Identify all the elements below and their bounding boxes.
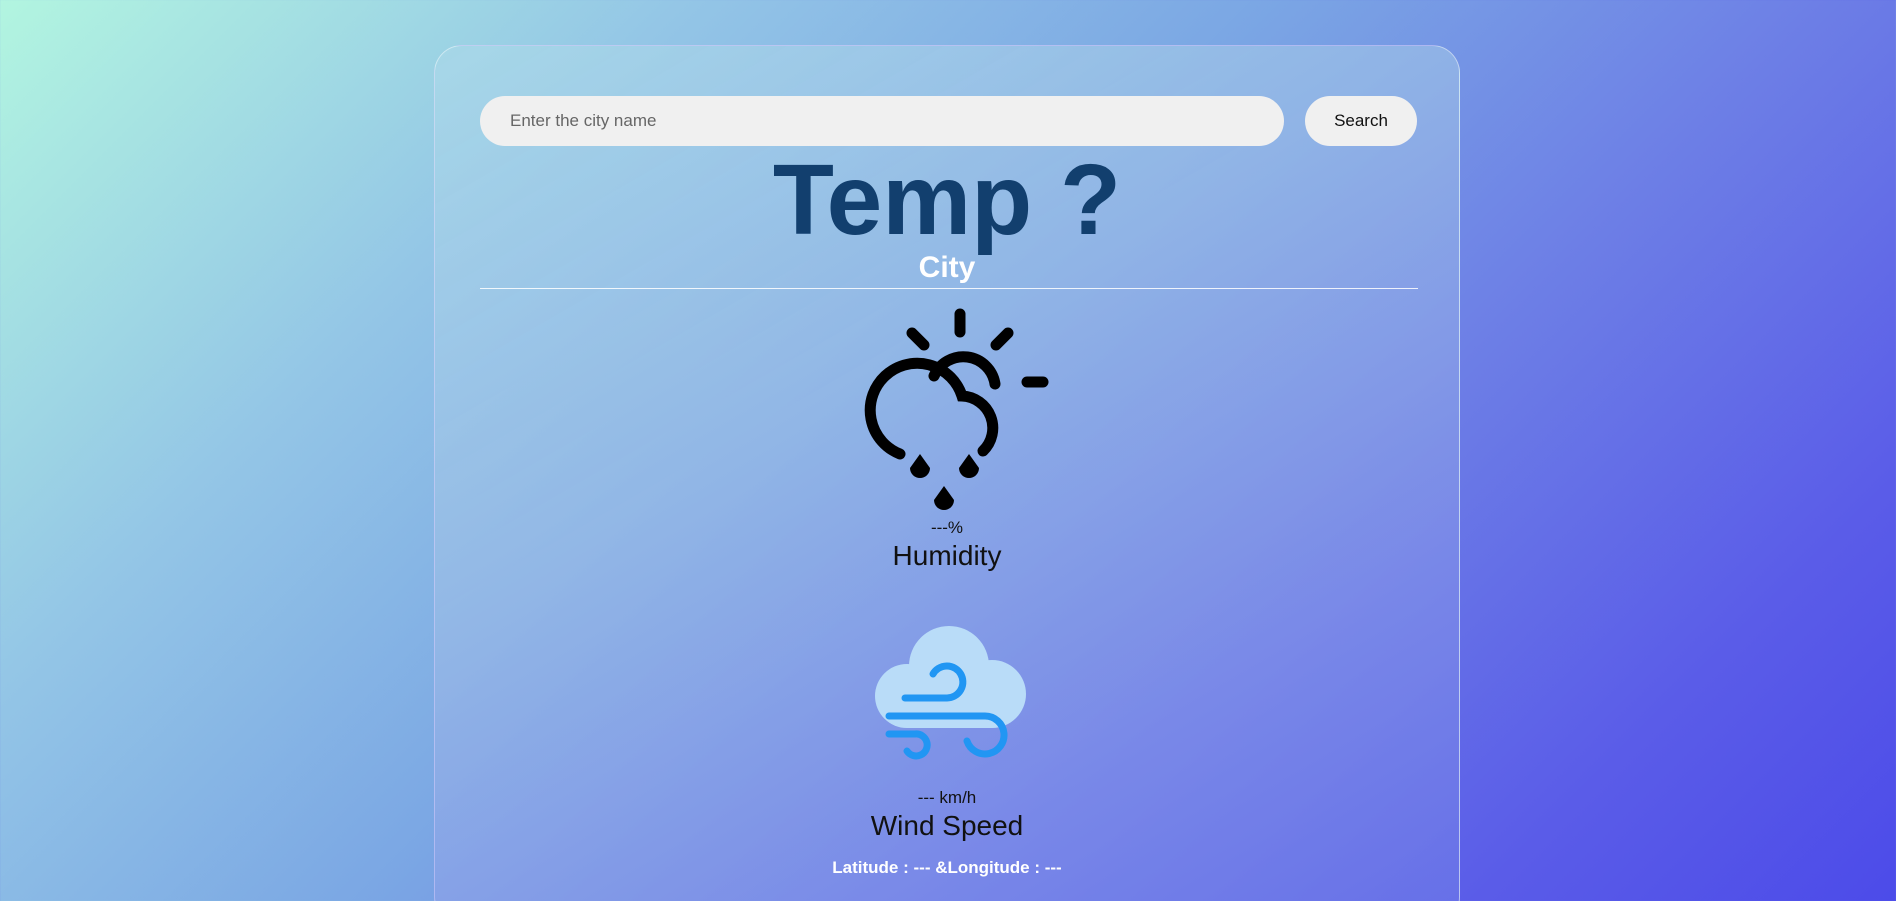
- temperature-display: Temp ?: [772, 144, 1122, 256]
- weather-card: Search Temp ? City ---%: [434, 45, 1460, 901]
- search-bar: Search: [480, 96, 1418, 146]
- wind-speed-label: Wind Speed: [870, 810, 1024, 841]
- coordinates-text: Latitude : --- &Longitude : ---: [832, 858, 1062, 877]
- wind-cloud-icon: [867, 616, 1032, 761]
- humidity-label: Humidity: [892, 540, 1002, 571]
- city-search-input[interactable]: [480, 96, 1284, 146]
- search-button[interactable]: Search: [1305, 96, 1417, 146]
- divider: [480, 288, 1418, 289]
- city-name: City: [918, 251, 976, 284]
- wind-speed-value: --- km/h: [917, 788, 977, 807]
- cloud-sun-rain-icon: [850, 306, 1050, 516]
- humidity-value: ---%: [930, 518, 964, 537]
